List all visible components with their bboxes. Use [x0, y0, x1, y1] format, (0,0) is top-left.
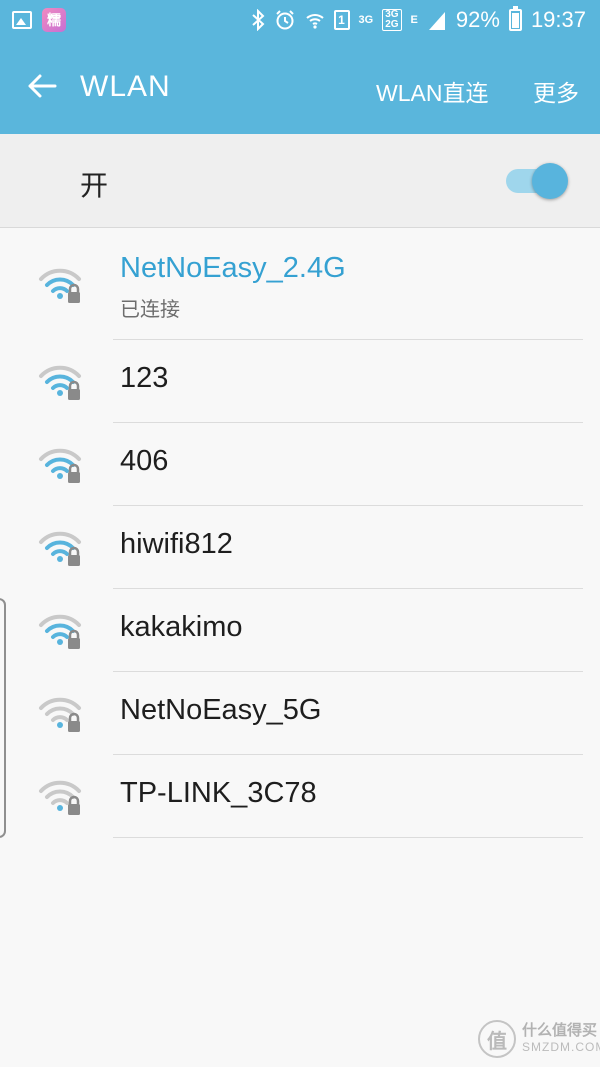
back-button[interactable] — [22, 66, 62, 106]
wlan-switch[interactable] — [506, 163, 570, 199]
network-item[interactable]: 406 — [0, 423, 600, 506]
status-bar: 糯 1 3G 3G 2G E 92% 19:37 — [0, 0, 600, 40]
wifi-signal-locked-icon — [39, 614, 81, 649]
wlan-switch-thumb — [532, 163, 568, 199]
app-notification-icon: 糯 — [42, 8, 66, 32]
network-item[interactable]: NetNoEasy_5G — [0, 672, 600, 755]
network-type-stack-bottom: 2G — [385, 19, 399, 30]
network-item[interactable]: 123 — [0, 340, 600, 423]
gallery-notification-icon — [12, 11, 32, 29]
wlan-toggle-label: 开 — [80, 170, 109, 201]
watermark-line1: 什么值得买 — [522, 1022, 598, 1039]
clock: 19:37 — [530, 7, 586, 32]
network-ssid: TP-LINK_3C78 — [120, 777, 317, 809]
watermark: 值 什么值得买 SMZDM.COM — [478, 1020, 600, 1058]
wifi-signal-locked-icon — [39, 448, 81, 483]
network-ssid: 406 — [120, 445, 169, 477]
list-divider — [113, 837, 583, 838]
page-title: WLAN — [80, 70, 171, 103]
network-item[interactable]: hiwifi812 — [0, 506, 600, 589]
wlan-direct-button[interactable]: WLAN直连 — [376, 74, 488, 108]
battery-percent: 92% — [455, 7, 500, 32]
network-status: 已连接 — [120, 299, 180, 321]
wifi-signal-locked-icon — [39, 780, 81, 815]
watermark-logo: 值 — [478, 1020, 516, 1058]
network-item[interactable]: kakakimo — [0, 589, 600, 672]
sim-slot-icon: 1 — [333, 10, 350, 30]
wifi-signal-locked-icon — [39, 365, 81, 400]
network-ssid: hiwifi812 — [120, 528, 233, 560]
wifi-signal-locked-icon — [39, 531, 81, 566]
network-item[interactable]: NetNoEasy_2.4G 已连接 — [0, 228, 600, 340]
network-ssid: NetNoEasy_5G — [120, 694, 322, 726]
more-menu-button[interactable]: 更多 — [533, 74, 579, 108]
network-type-stack: 3G 2G — [382, 9, 402, 31]
network-ssid: 123 — [120, 362, 169, 394]
alarm-icon — [275, 10, 294, 30]
side-edge-decoration — [0, 598, 6, 838]
network-type-3g: 3G — [358, 13, 374, 26]
network-ssid: NetNoEasy_2.4G — [120, 252, 346, 284]
arrow-left-icon — [28, 74, 57, 98]
app-bar: WLAN WLAN直连 更多 — [0, 40, 600, 134]
wifi-status-icon — [305, 14, 324, 29]
battery-icon — [508, 6, 522, 31]
cell-signal-icon — [428, 12, 445, 30]
bluetooth-icon — [251, 9, 264, 31]
network-type-e: E — [410, 13, 418, 26]
wifi-signal-locked-icon — [39, 697, 81, 732]
network-item[interactable]: TP-LINK_3C78 — [0, 755, 600, 838]
network-ssid: kakakimo — [120, 611, 243, 643]
watermark-line2: SMZDM.COM — [522, 1040, 600, 1054]
wifi-signal-locked-icon — [39, 268, 81, 303]
